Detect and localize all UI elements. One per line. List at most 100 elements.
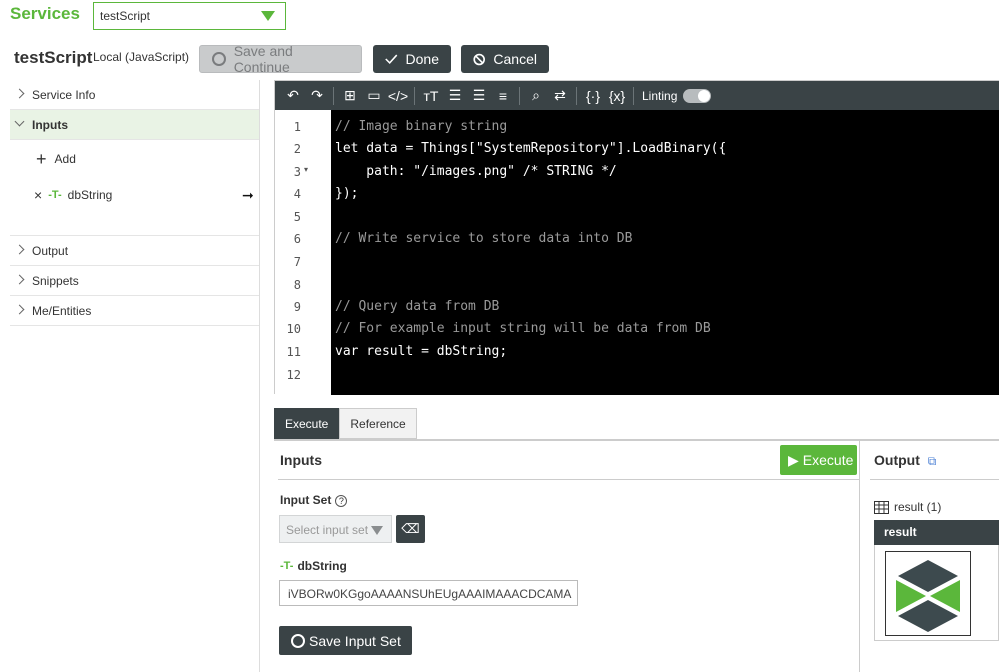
sidebar-item-me-entities[interactable]: Me/Entities — [10, 296, 259, 326]
code-line: // Write service to store data into DB — [335, 231, 633, 246]
sidebar-item-inputs[interactable]: Inputs — [10, 110, 259, 140]
toolbar-divider — [633, 86, 634, 105]
add-block-icon[interactable]: ⊞ — [338, 87, 362, 104]
popout-icon[interactable]: ⧉ — [928, 454, 937, 468]
sidebar-item-snippets[interactable]: Snippets — [10, 266, 259, 296]
line-number: 9 — [293, 300, 301, 314]
save-and-continue-button[interactable]: Save and Continue — [199, 43, 362, 75]
toolbar-divider — [576, 86, 577, 105]
line-gutter: 1 2 3 ▾ 4 5 6 7 8 9 10 11 12 — [275, 110, 331, 395]
cancel-icon — [473, 53, 485, 65]
code-icon[interactable]: </> — [386, 88, 410, 104]
services-select[interactable]: testScript — [93, 2, 286, 30]
remove-icon[interactable]: × — [34, 187, 42, 203]
code-line: }); — [335, 186, 359, 201]
result-label: result (1) — [874, 500, 941, 514]
add-input-button[interactable]: + Add — [36, 149, 76, 169]
line-number: 8 — [293, 278, 301, 292]
param-field-label: -T- dbString — [280, 559, 347, 573]
line-number: 10 — [286, 322, 301, 336]
execute-button[interactable]: ▶ Execute — [780, 445, 857, 475]
page-subtitle: Local (JavaScript) — [93, 50, 190, 64]
sidebar-item-label: Service Info — [32, 87, 96, 102]
search-icon[interactable]: ⌕ — [524, 87, 548, 104]
cancel-label: Cancel — [493, 51, 537, 67]
param-name: dbString — [67, 188, 113, 202]
cancel-button[interactable]: Cancel — [461, 45, 549, 73]
code-area[interactable]: // Image binary string let data = Things… — [331, 110, 999, 395]
comment-icon[interactable]: ▭ — [362, 87, 386, 104]
input-set-select[interactable]: Select input set — [279, 515, 392, 543]
code-line: var result = dbString; — [335, 344, 508, 359]
db-string-input[interactable]: iVBORw0KGgoAAAANSUhEUgAAAIMAAACDCAMA — [279, 580, 578, 606]
text-size-icon[interactable]: ᴛT — [419, 88, 443, 104]
done-button[interactable]: Done — [373, 45, 451, 73]
chevron-right-icon — [14, 304, 25, 315]
input-set-label: Input Set? — [280, 493, 348, 507]
output-divider — [859, 441, 860, 672]
line-number: 2 — [293, 142, 301, 156]
result-image — [885, 551, 971, 636]
replace-icon[interactable]: ⇄ — [548, 87, 572, 104]
code-editor[interactable]: ↶ ↷ ⊞ ▭ </> ᴛT ☰ ☰ ≡ ⌕ ⇄ {·} {x} Linting… — [274, 80, 999, 395]
param-label-text: dbString — [297, 559, 347, 573]
play-icon: ▶ — [788, 451, 799, 468]
indent-icon[interactable]: ☰ — [443, 87, 467, 104]
undo-icon[interactable]: ↶ — [281, 87, 305, 104]
line-number: 4 — [293, 187, 301, 201]
redo-icon[interactable]: ↷ — [305, 87, 329, 104]
bottom-tabs: Execute Reference — [274, 408, 417, 439]
save-input-set-button[interactable]: Save Input Set — [279, 626, 412, 655]
inputs-section: + Add × -T- dbString ➞ — [10, 140, 259, 236]
braces-icon[interactable]: {·} — [581, 88, 605, 104]
help-icon[interactable]: ? — [335, 495, 348, 507]
string-type-icon: -T- — [48, 189, 62, 201]
line-number: 11 — [286, 345, 301, 359]
result-column-header: result — [874, 520, 999, 545]
sidebar-item-label: Me/Entities — [32, 303, 92, 318]
code-line: // For example input string will be data… — [335, 321, 711, 336]
code-line: // Image binary string — [335, 119, 508, 134]
save-and-continue-label: Save and Continue — [233, 43, 293, 75]
arrow-right-icon[interactable]: ➞ — [242, 187, 254, 204]
check-icon — [385, 54, 398, 65]
outdent-icon[interactable]: ☰ — [467, 87, 491, 104]
result-cell — [874, 545, 999, 641]
circle-icon — [212, 52, 226, 66]
fold-icon[interactable]: ▾ — [304, 165, 308, 174]
services-label: Services — [10, 4, 80, 23]
sidebar-item-label: Output — [32, 243, 69, 258]
eraser-icon: ⌫ — [401, 521, 420, 536]
line-number: 7 — [293, 255, 301, 269]
execute-label: Execute — [802, 452, 854, 468]
line-number: 12 — [286, 368, 301, 382]
sidebar-divider — [259, 80, 260, 672]
code-line: path: "/images.png" /* STRING */ — [335, 164, 617, 179]
line-number: 6 — [293, 232, 301, 246]
input-set-placeholder: Select input set — [286, 523, 369, 537]
sidebar-item-label: Snippets — [32, 273, 79, 288]
variable-braces-icon[interactable]: {x} — [605, 88, 629, 104]
plus-icon: + — [36, 149, 47, 169]
thingworx-logo-icon — [896, 560, 960, 632]
sidebar-item-service-info[interactable]: Service Info — [10, 80, 259, 110]
execute-panel: Inputs ▶ Execute Input Set? Select input… — [274, 441, 859, 672]
add-label: Add — [54, 152, 76, 166]
output-title-text: Output — [874, 452, 920, 468]
input-set-text: Input Set — [280, 493, 332, 507]
format-icon[interactable]: ≡ — [491, 88, 515, 104]
sidebar-item-label: Inputs — [32, 117, 68, 132]
output-line — [870, 479, 999, 480]
input-param-row[interactable]: × -T- dbString — [34, 187, 112, 203]
tab-reference[interactable]: Reference — [339, 408, 417, 439]
chevron-down-icon — [371, 526, 383, 535]
eraser-button[interactable]: ⌫ — [396, 515, 425, 543]
editor-toolbar: ↶ ↷ ⊞ ▭ </> ᴛT ☰ ☰ ≡ ⌕ ⇄ {·} {x} Linting — [275, 81, 999, 110]
page-title: testScript — [14, 48, 93, 67]
sidebar-item-output[interactable]: Output — [10, 236, 259, 266]
linting-toggle[interactable] — [683, 88, 712, 103]
chevron-down-icon — [14, 116, 25, 127]
chevron-right-icon — [14, 274, 25, 285]
tab-execute[interactable]: Execute — [274, 408, 340, 439]
code-line: let data = Things["SystemRepository"].Lo… — [335, 141, 727, 156]
